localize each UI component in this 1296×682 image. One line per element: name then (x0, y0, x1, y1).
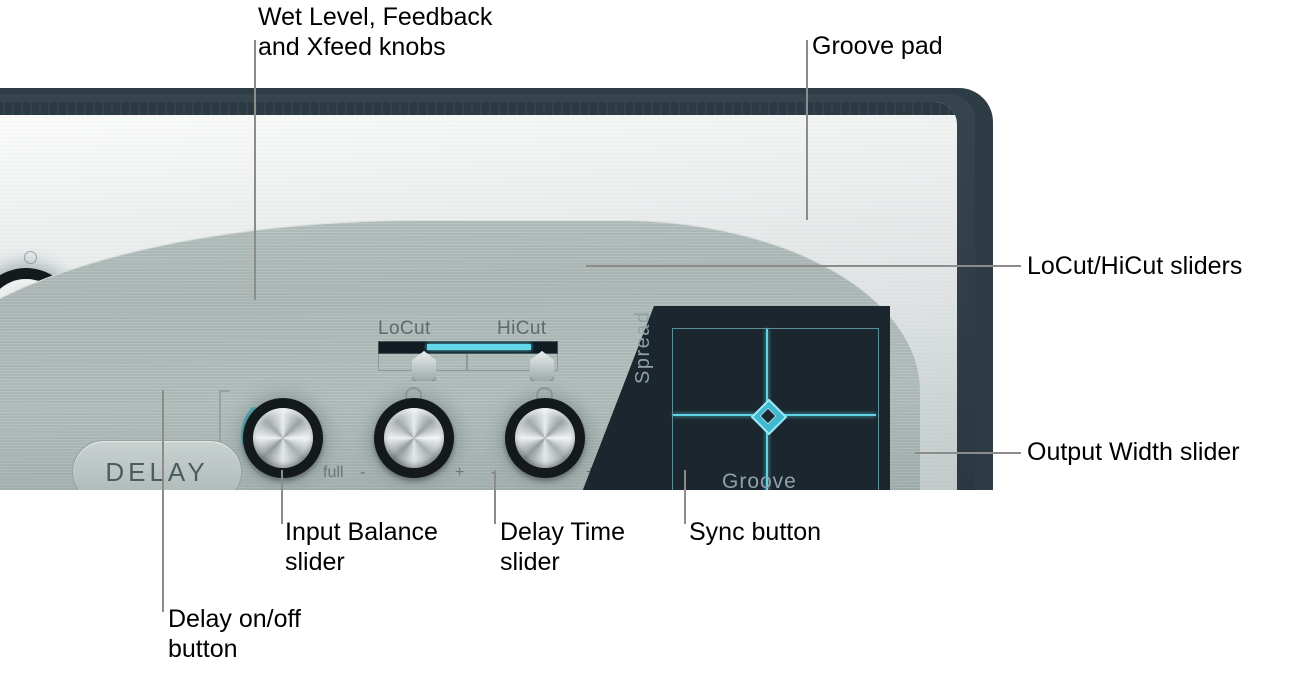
leader-line-sync (684, 470, 686, 524)
top-grille (0, 102, 957, 115)
feedback-knob[interactable]: - + Feedback (360, 398, 464, 481)
leader-line-delay-onoff (162, 390, 164, 612)
delay-onoff-button[interactable]: DELAY (72, 440, 242, 490)
xfeed-knob-cap (515, 408, 575, 468)
callout-delay-onoff: Delay on/off button (168, 605, 301, 663)
leader-line-knobs (254, 40, 256, 300)
xfeed-knob-body[interactable] (505, 398, 585, 478)
callout-knobs: Wet Level, Feedback and Xfeed knobs (258, 3, 493, 61)
xfeed-knob[interactable]: - + Xfeed (491, 398, 595, 481)
callout-input-balance: Input Balance slider (285, 518, 438, 576)
callout-locut-hicut: LoCut/HiCut sliders (1027, 252, 1243, 280)
callout-output-width: Output Width slider (1027, 438, 1240, 466)
wet-level-knob[interactable]: 0 full Wet Level (228, 398, 343, 481)
faceplate: Voices 4 Keyboard Mode poly mono legato (0, 102, 957, 490)
wet-level-knob-body[interactable] (243, 398, 323, 478)
callout-groove-pad: Groove pad (812, 32, 943, 60)
callout-delay-time: Delay Time slider (500, 518, 626, 576)
leader-line-locut-hicut (586, 265, 1021, 267)
feedback-min: - (360, 464, 366, 481)
groove-pad-spread-label: Spread (632, 310, 654, 385)
feedback-knob-cap (384, 408, 444, 468)
hicut-label: HiCut (497, 318, 547, 339)
feedback-max: + (455, 464, 465, 481)
leader-line-input-balance (281, 470, 283, 524)
locut-hicut-rail-divider (466, 354, 468, 370)
delay-button-label: DELAY (105, 456, 209, 487)
locut-hicut-track[interactable] (378, 341, 558, 354)
plugin-window: Voices 4 Keyboard Mode poly mono legato (0, 88, 993, 490)
callout-sync-button: Sync button (689, 518, 822, 546)
locut-hicut-fill (427, 344, 531, 350)
leader-line-delay-time (494, 470, 496, 524)
wet-level-max: full (323, 464, 344, 481)
groove-pad-groove-label: Groove (722, 470, 797, 490)
locut-label: LoCut (378, 318, 431, 339)
leader-line-output-width (915, 452, 1021, 454)
wet-level-knob-cap (253, 408, 313, 468)
leader-line-groove-pad (806, 40, 808, 220)
feedback-knob-body[interactable] (374, 398, 454, 478)
